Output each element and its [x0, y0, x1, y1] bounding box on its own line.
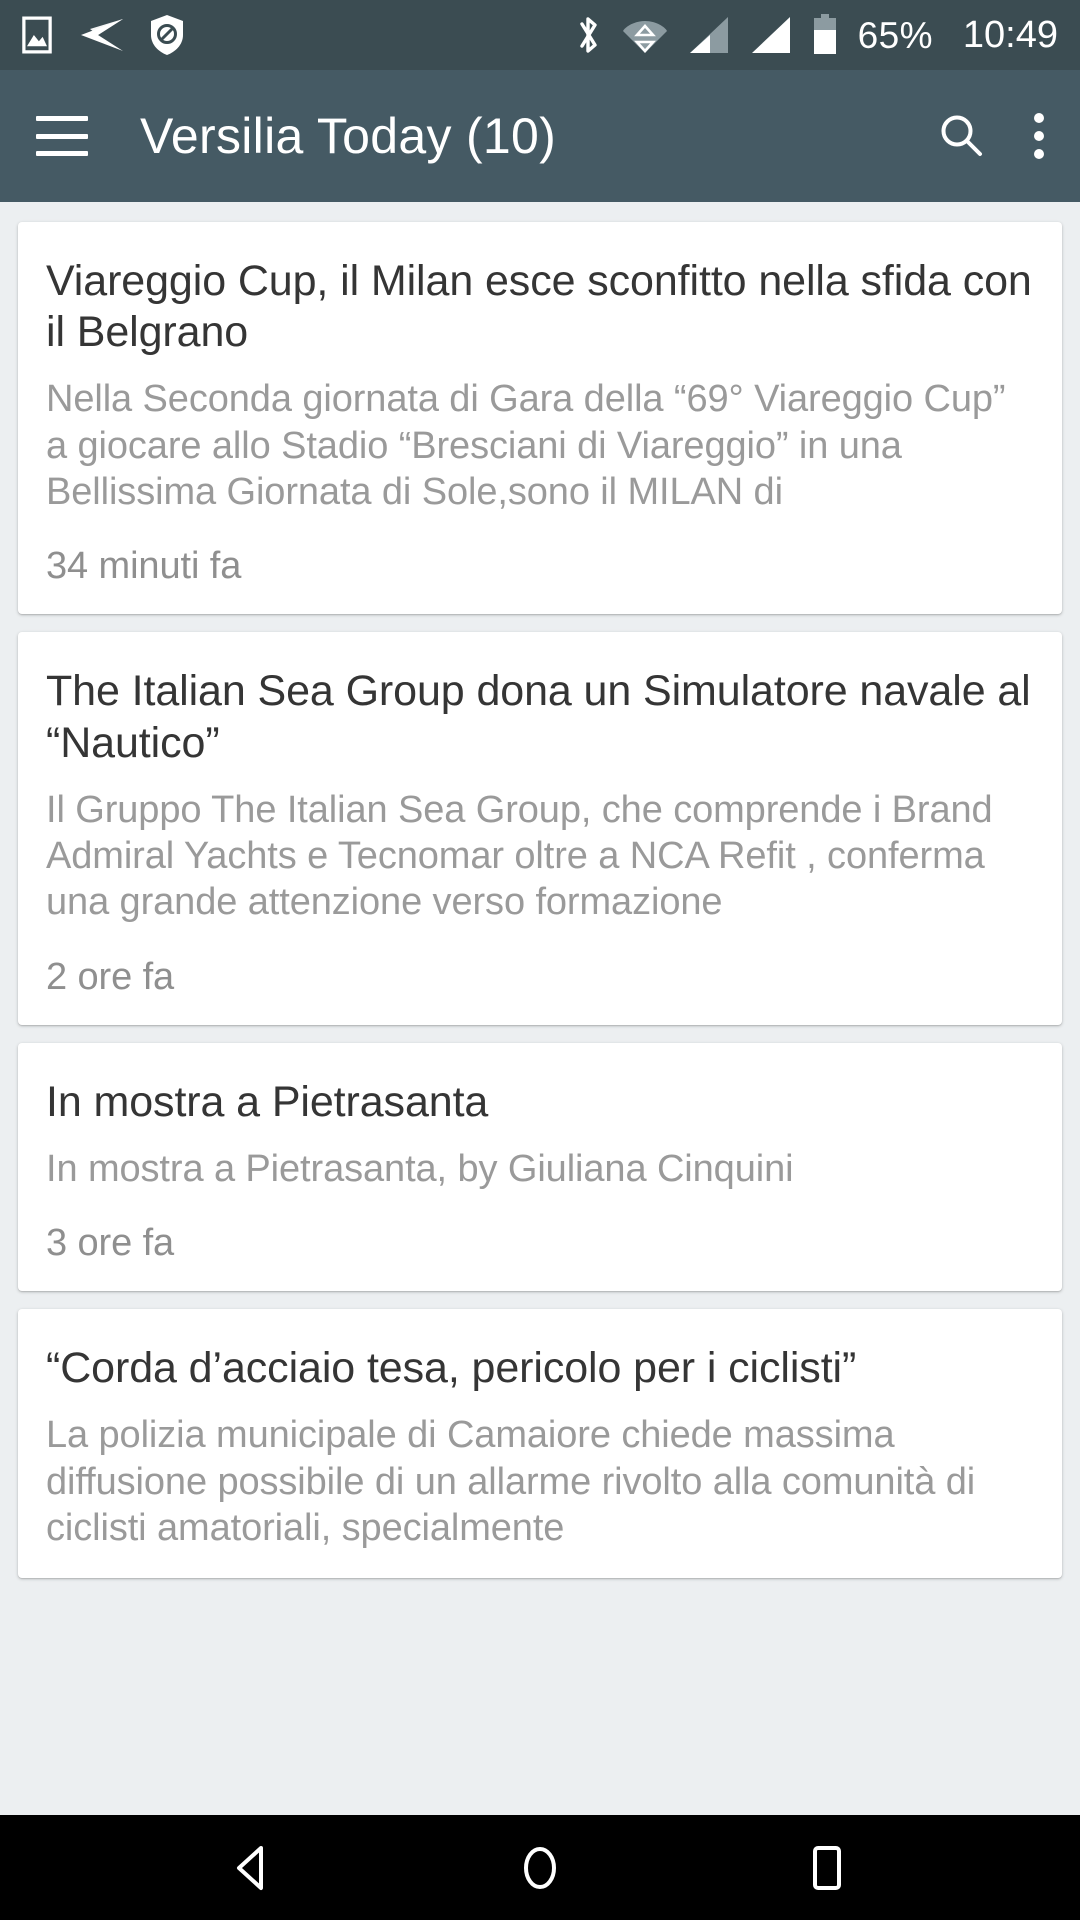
image-icon	[22, 15, 52, 55]
article-title: “Corda d’acciaio tesa, pericolo per i ci…	[46, 1344, 857, 1393]
signal-1-icon	[688, 15, 730, 55]
article-timestamp: 2 ore fa	[46, 955, 175, 998]
article-card[interactable]: The Italian Sea Group dona un Simulatore…	[18, 632, 1062, 1025]
app-bar-actions	[936, 111, 1044, 161]
shield-block-icon	[150, 14, 184, 56]
article-excerpt: In mostra a Pietrasanta, by Giuliana Cin…	[46, 1147, 794, 1190]
article-card[interactable]: In mostra a Pietrasanta In mostra a Piet…	[18, 1042, 1062, 1292]
recents-square-icon[interactable]	[767, 1815, 887, 1920]
hamburger-menu-icon[interactable]	[36, 116, 88, 156]
article-card[interactable]: “Corda d’acciaio tesa, pericolo per i ci…	[18, 1309, 1062, 1578]
article-title: Viareggio Cup, il Milan esce sconfitto n…	[46, 257, 1032, 357]
page-title: Versilia Today (10)	[140, 108, 557, 164]
back-triangle-icon[interactable]	[193, 1815, 313, 1920]
system-navigation-bar	[0, 1815, 1080, 1920]
article-card[interactable]: Viareggio Cup, il Milan esce sconfitto n…	[18, 222, 1062, 615]
article-excerpt: La polizia municipale di Camaiore chiede…	[46, 1414, 976, 1550]
status-bar-right-icons: 65% 10:49	[574, 14, 1058, 56]
wifi-icon	[622, 15, 668, 55]
app-bar: Versilia Today (10)	[0, 70, 1080, 202]
article-excerpt: Nella Seconda giornata di Gara della “69…	[46, 378, 1006, 514]
status-bar-left-icons	[22, 14, 184, 56]
article-timestamp: 34 minuti fa	[46, 545, 242, 588]
search-icon[interactable]	[936, 111, 986, 161]
telegram-icon	[78, 17, 124, 53]
battery-icon	[812, 14, 838, 56]
article-timestamp: 3 ore fa	[46, 1222, 175, 1265]
battery-percent-label: 65%	[857, 14, 933, 56]
more-options-icon[interactable]	[1034, 113, 1044, 159]
article-title: In mostra a Pietrasanta	[46, 1077, 489, 1126]
bluetooth-icon	[574, 14, 602, 56]
article-excerpt: Il Gruppo The Italian Sea Group, che com…	[46, 788, 993, 924]
article-list[interactable]: Viareggio Cup, il Milan esce sconfitto n…	[0, 202, 1080, 1815]
signal-2-icon	[750, 15, 792, 55]
home-circle-icon[interactable]	[480, 1815, 600, 1920]
status-bar: 65% 10:49	[0, 0, 1080, 70]
status-bar-clock: 10:49	[962, 14, 1058, 56]
article-title: The Italian Sea Group dona un Simulatore…	[46, 667, 1031, 767]
